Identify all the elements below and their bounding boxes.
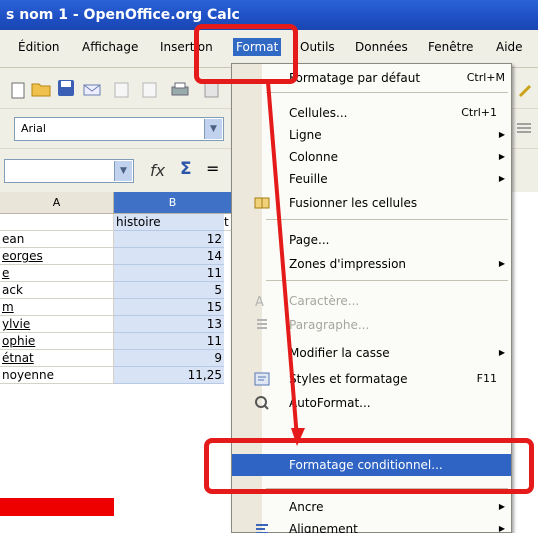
cell-a[interactable]: e bbox=[0, 265, 114, 282]
cell-b[interactable]: 5 bbox=[114, 282, 224, 299]
function-icon[interactable]: = bbox=[206, 159, 219, 178]
submenu-arrow-icon: ▶ bbox=[498, 174, 505, 183]
menu-item-label: Zones d'impression bbox=[289, 257, 407, 271]
menu-item-label: Fusionner les cellules bbox=[289, 196, 418, 210]
column-header-b[interactable]: B bbox=[114, 192, 232, 214]
open-folder-icon[interactable] bbox=[30, 78, 51, 98]
menu-separator bbox=[266, 280, 508, 281]
menu-item-ligne[interactable]: Ligne ▶ bbox=[232, 124, 511, 146]
submenu-arrow-icon: ▶ bbox=[498, 502, 505, 511]
cell-a[interactable]: noyenne bbox=[0, 367, 114, 384]
menu-item-paragraphe: Paragraphe... bbox=[232, 314, 511, 336]
menu-item-zones-impression[interactable]: Zones d'impression ▶ bbox=[232, 253, 511, 275]
menu-item-shortcut: Ctrl+1 bbox=[461, 106, 497, 119]
submenu-arrow-icon: ▶ bbox=[498, 348, 505, 357]
edit-file-icon[interactable] bbox=[112, 80, 132, 100]
toolbar-extra-icon[interactable] bbox=[516, 80, 536, 100]
menu-item-alignement[interactable]: Alignement ▶ bbox=[232, 518, 511, 533]
menu-item-label: Formatage par défaut bbox=[289, 71, 421, 85]
print-icon[interactable] bbox=[170, 80, 190, 100]
cell-a[interactable]: ylvie bbox=[0, 316, 114, 333]
menu-item-caractere: A Caractère... bbox=[232, 290, 511, 312]
menu-outils[interactable]: Outils bbox=[300, 40, 335, 54]
cell-b[interactable]: 11 bbox=[114, 333, 224, 350]
menu-item-label: Modifier la casse bbox=[289, 346, 390, 360]
menu-separator bbox=[266, 219, 508, 220]
menu-item-ancre[interactable]: Ancre ▶ bbox=[232, 496, 511, 518]
menu-item-page[interactable]: Page... bbox=[232, 229, 511, 251]
menu-aide[interactable]: Aide bbox=[496, 40, 523, 54]
align-icon[interactable] bbox=[514, 119, 534, 139]
column-header-a[interactable]: A bbox=[0, 192, 114, 214]
menu-item-styles[interactable]: Styles et formatage F11 bbox=[232, 368, 511, 390]
menu-item-label: Caractère... bbox=[289, 294, 360, 308]
name-box[interactable]: ▼ bbox=[4, 159, 134, 183]
cell-b[interactable]: 12 bbox=[114, 231, 224, 248]
submenu-arrow-icon: ▶ bbox=[498, 152, 505, 161]
submenu-arrow-icon: ▶ bbox=[498, 259, 505, 268]
menu-item-label: Paragraphe... bbox=[289, 318, 370, 332]
new-icon[interactable] bbox=[8, 80, 28, 100]
menu-item-label: Styles et formatage bbox=[289, 372, 408, 386]
menu-fenetre[interactable]: Fenêtre bbox=[428, 40, 473, 54]
cell-a[interactable]: m bbox=[0, 299, 114, 316]
character-icon: A bbox=[254, 293, 270, 310]
menu-item-shortcut: F11 bbox=[476, 372, 497, 385]
cell-b[interactable]: 14 bbox=[114, 248, 224, 265]
menu-item-label: Colonne bbox=[289, 150, 338, 164]
menu-item-feuille[interactable]: Feuille ▶ bbox=[232, 168, 511, 190]
menu-affichage[interactable]: Affichage bbox=[82, 40, 138, 54]
export-pdf-icon[interactable] bbox=[140, 80, 160, 100]
menu-item-label: AutoFormat... bbox=[289, 396, 371, 410]
font-name-value: Arial bbox=[21, 122, 46, 135]
cell-a[interactable] bbox=[0, 214, 114, 231]
menu-item-colonne[interactable]: Colonne ▶ bbox=[232, 146, 511, 168]
styles-icon bbox=[254, 371, 270, 387]
menu-item-label: Ligne bbox=[289, 128, 322, 142]
alignment-icon bbox=[254, 521, 270, 533]
function-wizard-icon[interactable]: fx bbox=[150, 161, 165, 180]
cell-b[interactable]: 11,25 bbox=[114, 367, 224, 384]
menu-item-label: Cellules... bbox=[289, 106, 348, 120]
annotation-box-conditional-formatting bbox=[204, 438, 534, 494]
save-icon[interactable] bbox=[56, 78, 76, 98]
submenu-arrow-icon: ▶ bbox=[498, 130, 505, 139]
cell-a[interactable]: étnat bbox=[0, 350, 114, 367]
submenu-arrow-icon: ▶ bbox=[498, 524, 505, 533]
cell-b[interactable]: 15 bbox=[114, 299, 224, 316]
paragraph-icon bbox=[254, 317, 270, 333]
menu-separator bbox=[266, 92, 508, 93]
svg-text:A: A bbox=[255, 295, 264, 309]
menu-item-modifier-casse[interactable]: Modifier la casse ▶ bbox=[232, 342, 511, 364]
cell-a[interactable]: ack bbox=[0, 282, 114, 299]
font-name-combo[interactable]: Arial ▼ bbox=[14, 117, 224, 141]
menu-item-label: Ancre bbox=[289, 500, 324, 514]
menu-item-label: Alignement bbox=[289, 522, 358, 533]
cell-b[interactable]: 13 bbox=[114, 316, 224, 333]
merge-cells-icon bbox=[254, 195, 270, 211]
cell-b[interactable]: 9 bbox=[114, 350, 224, 367]
mail-icon[interactable] bbox=[82, 80, 102, 100]
chevron-down-icon[interactable]: ▼ bbox=[114, 161, 132, 181]
menu-donnees[interactable]: Données bbox=[355, 40, 408, 54]
menu-edition[interactable]: Édition bbox=[18, 40, 60, 54]
cell-b[interactable]: 11 bbox=[114, 265, 224, 282]
red-filled-cell[interactable] bbox=[0, 498, 114, 516]
cell-a[interactable]: ophie bbox=[0, 333, 114, 350]
menu-item-label: Feuille bbox=[289, 172, 328, 186]
menu-item-autoformat[interactable]: AutoFormat... bbox=[232, 392, 511, 414]
cell-a[interactable]: ean bbox=[0, 231, 114, 248]
annotation-box-format-menu bbox=[194, 24, 298, 84]
cell-b[interactable]: histoire bbox=[114, 214, 224, 231]
menu-item-cellules[interactable]: Cellules... Ctrl+1 bbox=[232, 102, 511, 124]
cell-a[interactable]: eorges bbox=[0, 248, 114, 265]
menu-item-label: Page... bbox=[289, 233, 330, 247]
autoformat-icon bbox=[254, 395, 270, 411]
sum-icon[interactable]: Σ bbox=[180, 159, 192, 179]
menu-item-fusionner[interactable]: Fusionner les cellules bbox=[232, 192, 511, 214]
chevron-down-icon[interactable]: ▼ bbox=[204, 119, 222, 139]
menu-item-shortcut: Ctrl+M bbox=[466, 71, 505, 84]
